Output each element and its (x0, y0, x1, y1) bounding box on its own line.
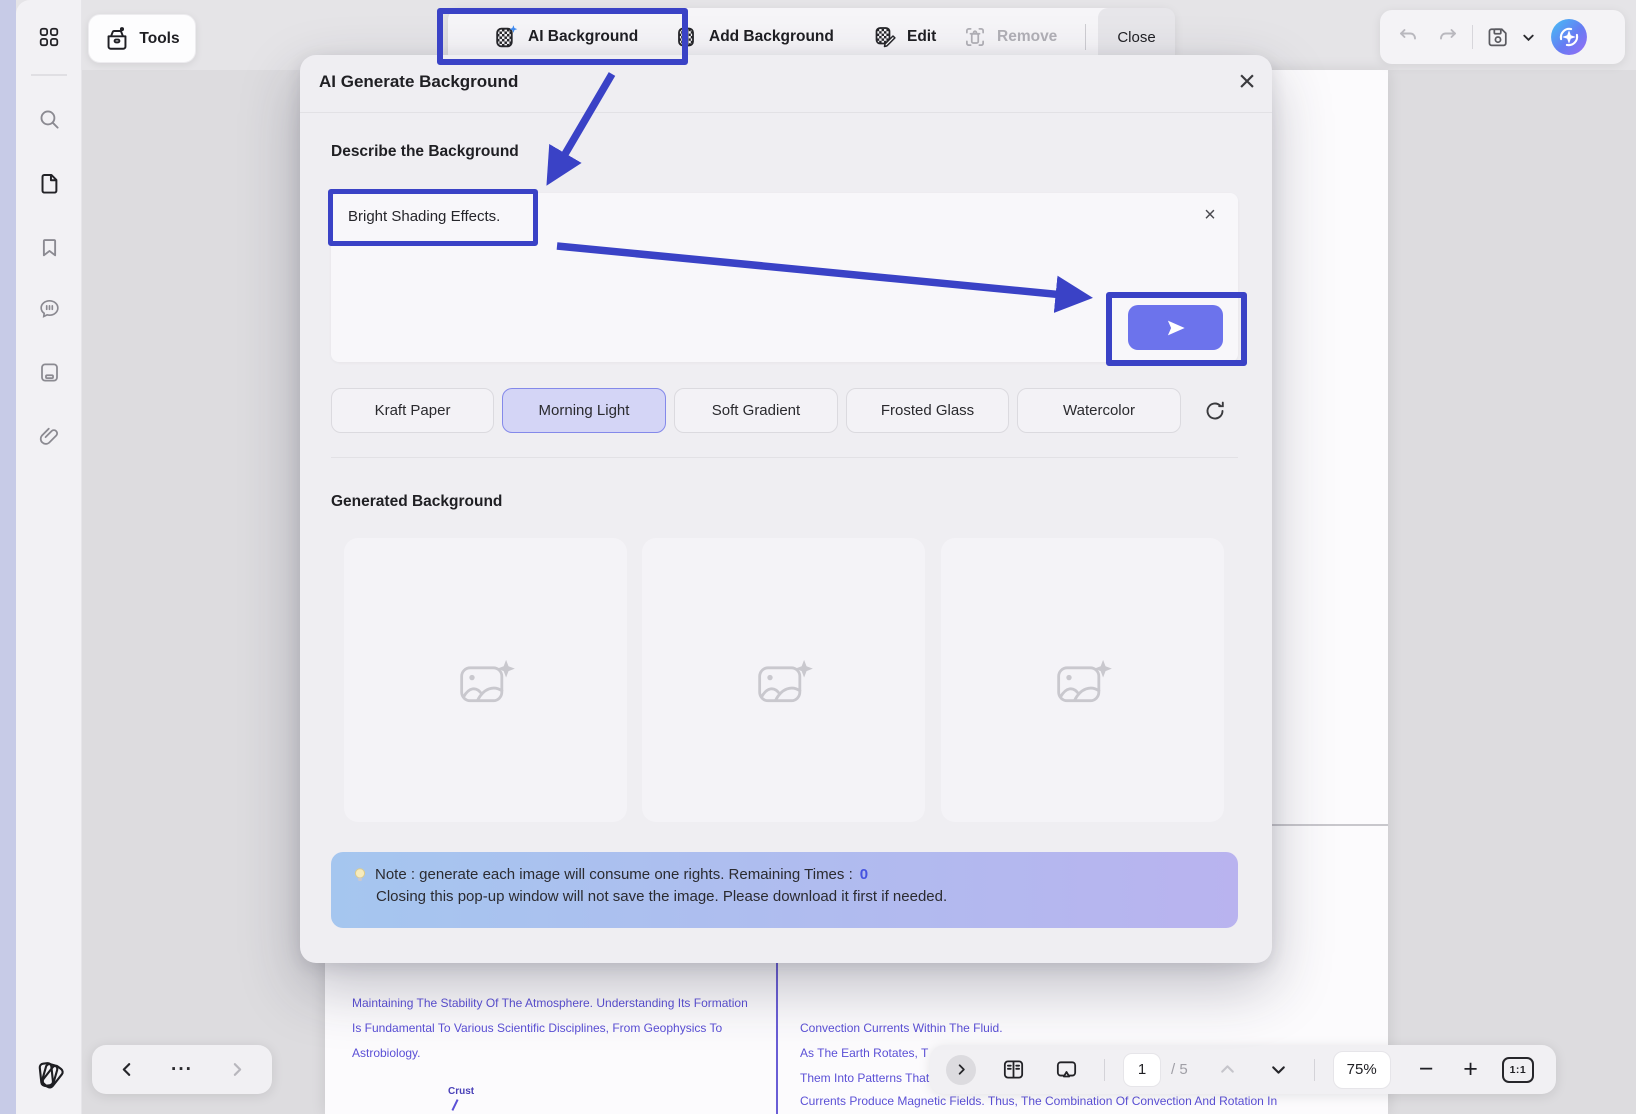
redo-icon[interactable] (1436, 25, 1460, 49)
toolbar-divider (1085, 24, 1086, 50)
checkered-pencil-icon (872, 24, 898, 50)
panel-divider (1472, 25, 1473, 49)
edit-label: Edit (907, 28, 936, 46)
preset-kraft-paper[interactable]: Kraft Paper (331, 388, 494, 433)
window-edge-strip (0, 0, 16, 1114)
chevron-down-icon[interactable] (1521, 30, 1536, 45)
sidebar-divider (31, 74, 67, 76)
tools-button[interactable]: Tools (88, 14, 196, 63)
prompt-textarea[interactable] (331, 193, 1238, 362)
color-swatches-logo-icon[interactable] (30, 1056, 68, 1094)
presentation-mode-icon[interactable] (1053, 1056, 1080, 1083)
previous-page-icon[interactable] (1218, 1060, 1237, 1079)
trash-icon (962, 24, 988, 50)
ai-generate-background-dialog: AI Generate Background × Describe the Ba… (300, 55, 1272, 963)
add-background-label: Add Background (709, 28, 834, 46)
zoom-in-icon[interactable]: + (1463, 1057, 1478, 1082)
image-sparkle-icon (453, 652, 519, 708)
bulb-icon (352, 867, 368, 883)
checkered-icon (674, 24, 700, 50)
ai-background-label: AI Background (528, 28, 638, 46)
generated-image-placeholder (941, 538, 1224, 822)
checkered-sparkle-icon (492, 24, 519, 51)
page-thumbnails-icon[interactable] (36, 170, 62, 196)
dialog-close-icon[interactable]: × (1228, 63, 1266, 101)
generated-image-placeholder (344, 538, 627, 822)
back-chevron-icon[interactable] (118, 1061, 135, 1078)
zoom-out-icon[interactable]: − (1419, 1057, 1434, 1082)
next-page-icon[interactable] (1269, 1060, 1288, 1079)
remove-label: Remove (997, 28, 1057, 46)
toolbox-icon (104, 26, 130, 52)
remaining-times-value: 0 (860, 866, 868, 883)
search-icon[interactable] (36, 106, 62, 132)
ai-assistant-logo-icon[interactable] (1550, 18, 1588, 56)
send-icon (1163, 315, 1189, 341)
doc-column-border (776, 952, 778, 1114)
page-total-label: / 5 (1171, 1061, 1188, 1078)
top-right-panel (1380, 10, 1625, 64)
sidebar (16, 0, 82, 1114)
actual-size-button[interactable]: 1:1 (1502, 1057, 1534, 1083)
doc-crust-label: Crust (448, 1086, 474, 1097)
doc-text-line: Maintaining The Stability Of The Atmosph… (352, 996, 748, 1010)
preset-watercolor[interactable]: Watercolor (1017, 388, 1181, 433)
note-banner: Note : generate each image will consume … (331, 852, 1238, 928)
generated-background-label: Generated Background (331, 493, 502, 511)
undo-icon[interactable] (1396, 25, 1420, 49)
dialog-header-divider (300, 112, 1272, 113)
generate-send-button[interactable] (1128, 305, 1223, 350)
zoom-level-button[interactable]: 75% (1333, 1051, 1391, 1089)
expand-bar-icon[interactable] (946, 1055, 976, 1085)
doc-text-line: Is Fundamental To Various Scientific Dis… (352, 1021, 722, 1035)
doc-text-line: Convection Currents Within The Fluid. (800, 1021, 1003, 1035)
note-line2: Closing this pop-up window will not save… (376, 888, 1218, 905)
forward-chevron-icon[interactable] (229, 1061, 246, 1078)
view-controls-bar: 1 / 5 75% − + 1:1 (930, 1045, 1556, 1094)
prompt-clear-icon[interactable]: × (1196, 201, 1224, 229)
refresh-presets-icon[interactable] (1201, 397, 1229, 425)
export-doc-icon[interactable] (36, 359, 62, 385)
preset-morning-light[interactable]: Morning Light (502, 388, 666, 433)
dialog-title: AI Generate Background (319, 72, 518, 92)
attachment-icon[interactable] (36, 423, 62, 449)
preset-frosted-glass[interactable]: Frosted Glass (846, 388, 1009, 433)
history-nav-pill: ··· (92, 1045, 272, 1094)
image-sparkle-icon (751, 652, 817, 708)
bar-divider (1314, 1059, 1315, 1081)
doc-text-line: Astrobiology. (352, 1046, 420, 1060)
apps-grid-icon[interactable] (36, 24, 62, 50)
comment-icon[interactable] (36, 295, 62, 321)
bar-divider (1104, 1059, 1105, 1081)
note-line1: Note : generate each image will consume … (375, 866, 853, 883)
doc-text-line: Them Into Patterns That (800, 1071, 929, 1085)
describe-background-label: Describe the Background (331, 143, 519, 161)
preset-soft-gradient[interactable]: Soft Gradient (674, 388, 838, 433)
doc-text-line: Currents Produce Magnetic Fields. Thus, … (800, 1094, 1277, 1108)
image-sparkle-icon (1050, 652, 1116, 708)
generated-image-placeholder (642, 538, 925, 822)
page-number-input[interactable]: 1 (1123, 1053, 1161, 1087)
save-icon[interactable] (1485, 24, 1511, 50)
dialog-section-divider (331, 457, 1238, 458)
tools-label: Tools (139, 30, 179, 48)
bookmark-icon[interactable] (36, 234, 62, 260)
two-page-view-icon[interactable] (1000, 1056, 1027, 1083)
doc-text-line: As The Earth Rotates, T (800, 1046, 928, 1060)
more-options-icon[interactable]: ··· (171, 1059, 193, 1081)
